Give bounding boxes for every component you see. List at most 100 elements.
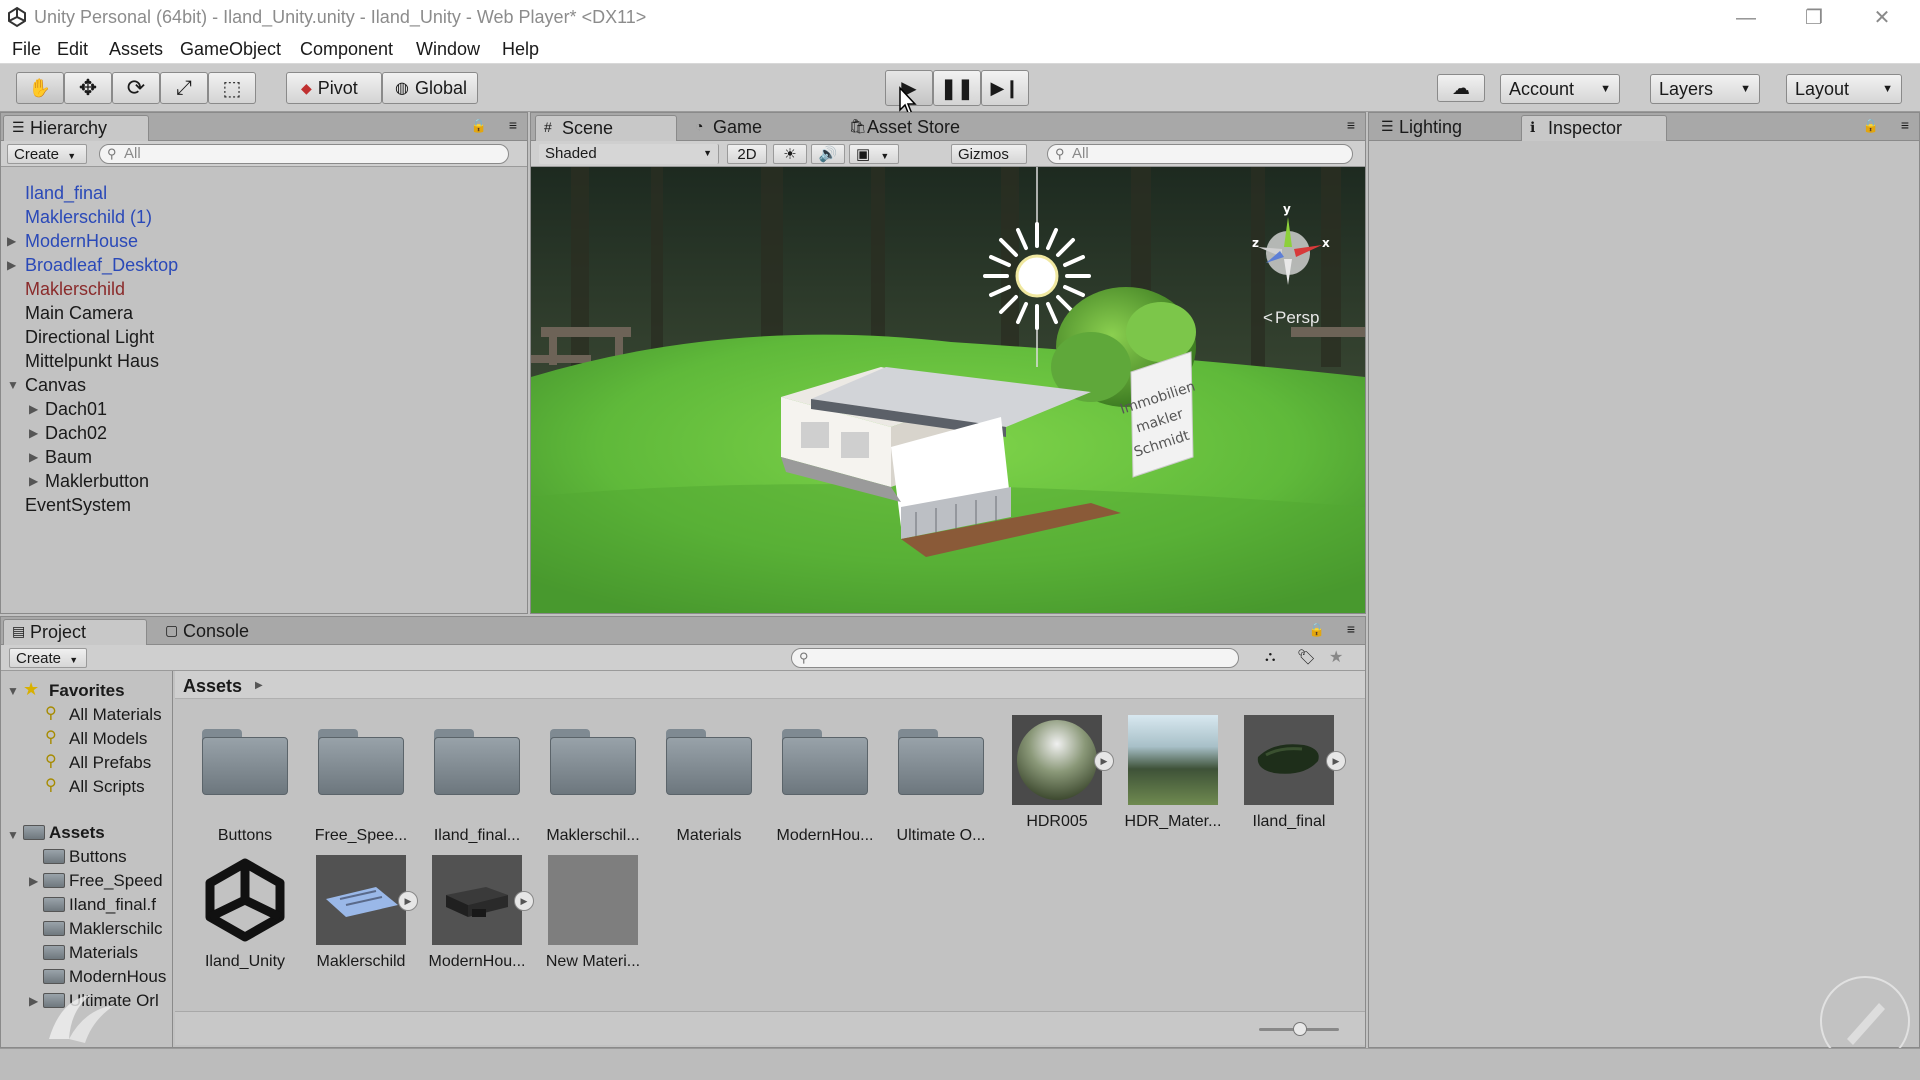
tab-scene[interactable]: # Scene	[535, 115, 677, 142]
play-preview-icon[interactable]: ▶	[1094, 751, 1114, 771]
expand-arrow-icon[interactable]: ▶	[29, 474, 38, 488]
expand-arrow-icon[interactable]: ▶	[29, 874, 38, 888]
favorites-label[interactable]: Favorites	[49, 681, 125, 701]
asset-item[interactable]: New Materi...	[538, 855, 648, 971]
folder-tree-item[interactable]: Maklerschilc	[69, 919, 163, 939]
asset-item[interactable]: ▶ ModernHou...	[422, 855, 534, 971]
menu-assets[interactable]: Assets	[109, 39, 163, 60]
hierarchy-item[interactable]: Dach01	[45, 399, 107, 420]
folder-tree-item[interactable]: Free_Speed	[69, 871, 163, 891]
breadcrumb-assets[interactable]: Assets	[183, 676, 242, 697]
zoom-slider-handle[interactable]	[1293, 1022, 1307, 1036]
asset-item[interactable]: HDR_Mater...	[1118, 715, 1228, 831]
layers-dropdown[interactable]: Layers ▼	[1650, 74, 1760, 104]
filter-by-type-icon[interactable]: ⛬	[1265, 648, 1276, 665]
expand-arrow-icon[interactable]: ▶	[29, 994, 38, 1008]
folder-tree-item[interactable]: Materials	[69, 943, 138, 963]
tab-project[interactable]: ▤ Project	[3, 619, 147, 646]
tab-asset-store[interactable]: 🛍 Asset Store	[841, 115, 1001, 142]
favorite-item[interactable]: All Materials	[69, 705, 162, 725]
global-toggle[interactable]: ◍ Global	[382, 72, 478, 104]
panel-menu-icon[interactable]: ≡	[1901, 117, 1909, 133]
panel-menu-icon[interactable]: ≡	[509, 117, 517, 133]
hierarchy-item[interactable]: Maklerschild (1)	[25, 207, 152, 228]
menu-window[interactable]: Window	[416, 39, 480, 60]
tab-console[interactable]: ▢ Console	[157, 619, 277, 646]
menu-file[interactable]: File	[12, 39, 41, 60]
favorite-item[interactable]: All Prefabs	[69, 753, 151, 773]
expand-arrow-icon[interactable]: ▶	[29, 450, 38, 464]
asset-item[interactable]: Ultimate O...	[886, 715, 996, 845]
rect-tool-button[interactable]: ⬚	[208, 72, 256, 104]
project-create-button[interactable]: Create ▼	[9, 648, 87, 668]
scale-tool-button[interactable]: ⤢	[160, 72, 208, 104]
asset-item[interactable]: ▶ Maklerschild	[306, 855, 418, 971]
hierarchy-create-button[interactable]: Create ▼	[7, 144, 87, 164]
hierarchy-search-input[interactable]: ⚲ All	[99, 144, 509, 164]
panel-menu-icon[interactable]: ≡	[1347, 621, 1355, 637]
persp-label[interactable]: Persp	[1275, 308, 1319, 327]
lock-icon[interactable]: 🔒	[1863, 118, 1879, 134]
folder-tree-item[interactable]: ModernHous	[69, 967, 166, 987]
hierarchy-item[interactable]: EventSystem	[25, 495, 131, 516]
effects-dropdown[interactable]: ▣ ▼	[849, 144, 899, 164]
hand-tool-button[interactable]: ✋	[16, 72, 64, 104]
asset-item[interactable]: ▶ Iland_final	[1234, 715, 1346, 831]
play-preview-icon[interactable]: ▶	[398, 891, 418, 911]
favorite-star-icon[interactable]: ★	[1329, 647, 1343, 667]
hierarchy-item[interactable]: Broadleaf_Desktop	[25, 255, 178, 276]
lock-icon[interactable]: 🔒	[471, 118, 487, 134]
hierarchy-item[interactable]: Directional Light	[25, 327, 154, 348]
hierarchy-item[interactable]: Main Camera	[25, 303, 133, 324]
folder-tree-item[interactable]: Buttons	[69, 847, 127, 867]
favorite-item[interactable]: All Scripts	[69, 777, 145, 797]
audio-toggle[interactable]: 🔊	[811, 144, 845, 164]
collapse-arrow-icon[interactable]: ▼	[7, 684, 19, 698]
panel-menu-icon[interactable]: ≡	[1347, 117, 1355, 133]
account-dropdown[interactable]: Account ▼	[1500, 74, 1620, 104]
layout-dropdown[interactable]: Layout ▼	[1786, 74, 1902, 104]
collapse-arrow-icon[interactable]: ▼	[7, 828, 19, 842]
tab-inspector[interactable]: ℹ Inspector	[1521, 115, 1667, 142]
move-tool-button[interactable]: ✥	[64, 72, 112, 104]
2d-toggle[interactable]: 2D	[727, 144, 767, 164]
assets-root-label[interactable]: Assets	[49, 823, 105, 843]
asset-item[interactable]: Iland_final...	[422, 715, 532, 845]
hierarchy-item[interactable]: ModernHouse	[25, 231, 138, 252]
pivot-toggle[interactable]: ◆ Pivot	[286, 72, 382, 104]
restore-button[interactable]: ❐	[1794, 4, 1834, 32]
asset-item[interactable]: Free_Spee...	[306, 715, 416, 845]
rotate-tool-button[interactable]: ⟳	[112, 72, 160, 104]
step-button[interactable]: ▶❙	[981, 70, 1029, 106]
hierarchy-item[interactable]: Maklerschild	[25, 279, 125, 300]
pause-button[interactable]: ❚❚	[933, 70, 981, 106]
hierarchy-item[interactable]: Maklerbutton	[45, 471, 149, 492]
hierarchy-item[interactable]: Mittelpunkt Haus	[25, 351, 159, 372]
hierarchy-item[interactable]: Canvas	[25, 375, 86, 396]
expand-arrow-icon[interactable]: ▶	[7, 234, 16, 248]
menu-component[interactable]: Component	[300, 39, 393, 60]
lighting-toggle[interactable]: ☀	[773, 144, 807, 164]
collapse-arrow-icon[interactable]: ▼	[7, 378, 19, 392]
tab-lighting[interactable]: ☰ Lighting	[1373, 115, 1493, 142]
gizmos-dropdown[interactable]: Gizmos ▼	[951, 144, 1027, 180]
menu-edit[interactable]: Edit	[57, 39, 88, 60]
project-search-input[interactable]: ⚲	[791, 648, 1239, 668]
scene-search-input[interactable]: ⚲ All	[1047, 144, 1353, 164]
menu-gameobject[interactable]: GameObject	[180, 39, 281, 60]
asset-item[interactable]: ModernHou...	[770, 715, 880, 845]
asset-item[interactable]: Maklerschil...	[538, 715, 648, 845]
asset-item[interactable]: Materials	[654, 715, 764, 845]
play-preview-icon[interactable]: ▶	[1326, 751, 1346, 771]
lock-icon[interactable]: 🔒	[1309, 622, 1325, 638]
shading-dropdown[interactable]: Shaded ▼	[539, 144, 719, 164]
minimize-button[interactable]: —	[1726, 4, 1766, 32]
hierarchy-item[interactable]: Baum	[45, 447, 92, 468]
favorite-item[interactable]: All Models	[69, 729, 147, 749]
tab-game[interactable]: ◔ Game	[687, 115, 807, 142]
expand-arrow-icon[interactable]: ▶	[29, 402, 38, 416]
tab-hierarchy[interactable]: ☰ Hierarchy	[3, 115, 149, 142]
folder-tree-item[interactable]: Iland_final.f	[69, 895, 156, 915]
expand-arrow-icon[interactable]: ▶	[29, 426, 38, 440]
close-button[interactable]: ✕	[1862, 4, 1902, 32]
